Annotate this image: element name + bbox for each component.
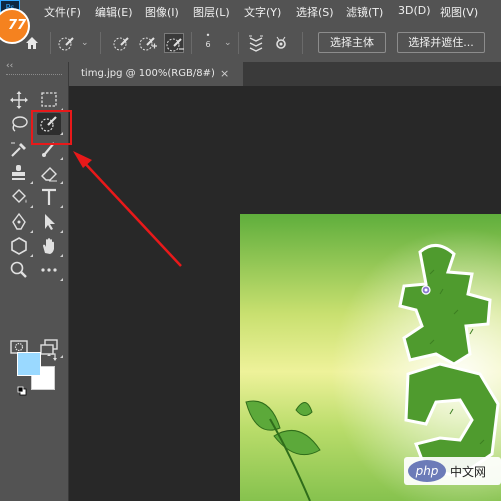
panel-grip[interactable] <box>6 74 62 77</box>
brush-size-value: 6 <box>205 40 211 49</box>
watermark: php 中文网 <box>404 457 501 485</box>
type-tool-icon[interactable] <box>37 186 63 208</box>
options-bar: ⌄ • 6 ⌄ 选择主体 选择并遮住... <box>0 24 501 63</box>
brush-size-picker[interactable]: • 6 <box>198 31 218 49</box>
tool-preset-quick-selection-icon[interactable] <box>57 33 77 53</box>
separator <box>302 32 303 54</box>
paint-bucket-tool-icon[interactable] <box>7 186 33 208</box>
pen-tool-icon[interactable] <box>7 211 33 233</box>
more-tools-icon[interactable] <box>37 259 63 281</box>
zoom-tool-icon[interactable] <box>7 259 31 281</box>
auto-enhance-icon[interactable] <box>271 33 291 53</box>
add-to-selection-icon[interactable] <box>138 33 158 53</box>
move-tool-icon[interactable] <box>7 89 31 111</box>
chevron-down-icon[interactable]: ⌄ <box>224 38 232 48</box>
separator <box>50 32 51 54</box>
separator <box>191 32 192 54</box>
watermark-text: 中文网 <box>450 465 487 479</box>
menu-filter[interactable]: 滤镜(T) <box>346 4 383 20</box>
menu-type[interactable]: 文字(Y) <box>244 4 281 20</box>
eyedropper-tool-icon[interactable] <box>7 138 31 160</box>
separator <box>100 32 101 54</box>
sample-all-layers-icon[interactable] <box>246 33 266 53</box>
brush-dot-icon: • <box>205 31 211 40</box>
tool-highlight-box <box>31 110 72 145</box>
badge-text: 77 <box>8 18 27 33</box>
clone-stamp-tool-icon[interactable] <box>7 162 33 184</box>
menu-3d[interactable]: 3D(D) <box>398 4 431 17</box>
close-icon[interactable]: × <box>220 67 229 80</box>
menu-bar: Ps 文件(F) 编辑(E) 图像(I) 图层(L) 文字(Y) 选择(S) 滤… <box>0 0 501 24</box>
chevron-down-icon[interactable]: ⌄ <box>81 38 89 48</box>
menu-layer[interactable]: 图层(L) <box>193 4 230 20</box>
select-subject-button[interactable]: 选择主体 <box>318 32 386 53</box>
watermark-logo: php <box>408 460 446 482</box>
menu-edit[interactable]: 编辑(E) <box>95 4 133 20</box>
document-tab-label: timg.jpg @ 100%(RGB/8#) <box>81 68 215 79</box>
menu-image[interactable]: 图像(I) <box>145 4 179 20</box>
marquee-tool-icon[interactable] <box>37 89 63 111</box>
select-and-mask-button[interactable]: 选择并遮住... <box>397 32 485 53</box>
menu-view[interactable]: 视图(V) <box>440 4 478 20</box>
subtract-from-selection-icon[interactable] <box>164 33 184 53</box>
separator <box>238 32 239 54</box>
foreground-color-swatch[interactable] <box>17 352 41 376</box>
default-colors-icon[interactable] <box>17 381 27 396</box>
shape-tool-icon[interactable] <box>7 235 33 257</box>
document-tab[interactable]: timg.jpg @ 100%(RGB/8#) × <box>69 62 243 86</box>
hand-tool-icon[interactable] <box>37 235 63 257</box>
lasso-tool-icon[interactable] <box>7 113 31 135</box>
eraser-tool-icon[interactable] <box>37 162 63 184</box>
new-selection-icon[interactable] <box>112 33 132 53</box>
document-tab-bar: timg.jpg @ 100%(RGB/8#) × <box>69 62 501 86</box>
path-selection-tool-icon[interactable] <box>37 211 63 233</box>
menu-file[interactable]: 文件(F) <box>44 4 81 20</box>
collapse-panel-icon[interactable]: ‹‹ <box>6 61 13 71</box>
menu-select[interactable]: 选择(S) <box>296 4 334 20</box>
